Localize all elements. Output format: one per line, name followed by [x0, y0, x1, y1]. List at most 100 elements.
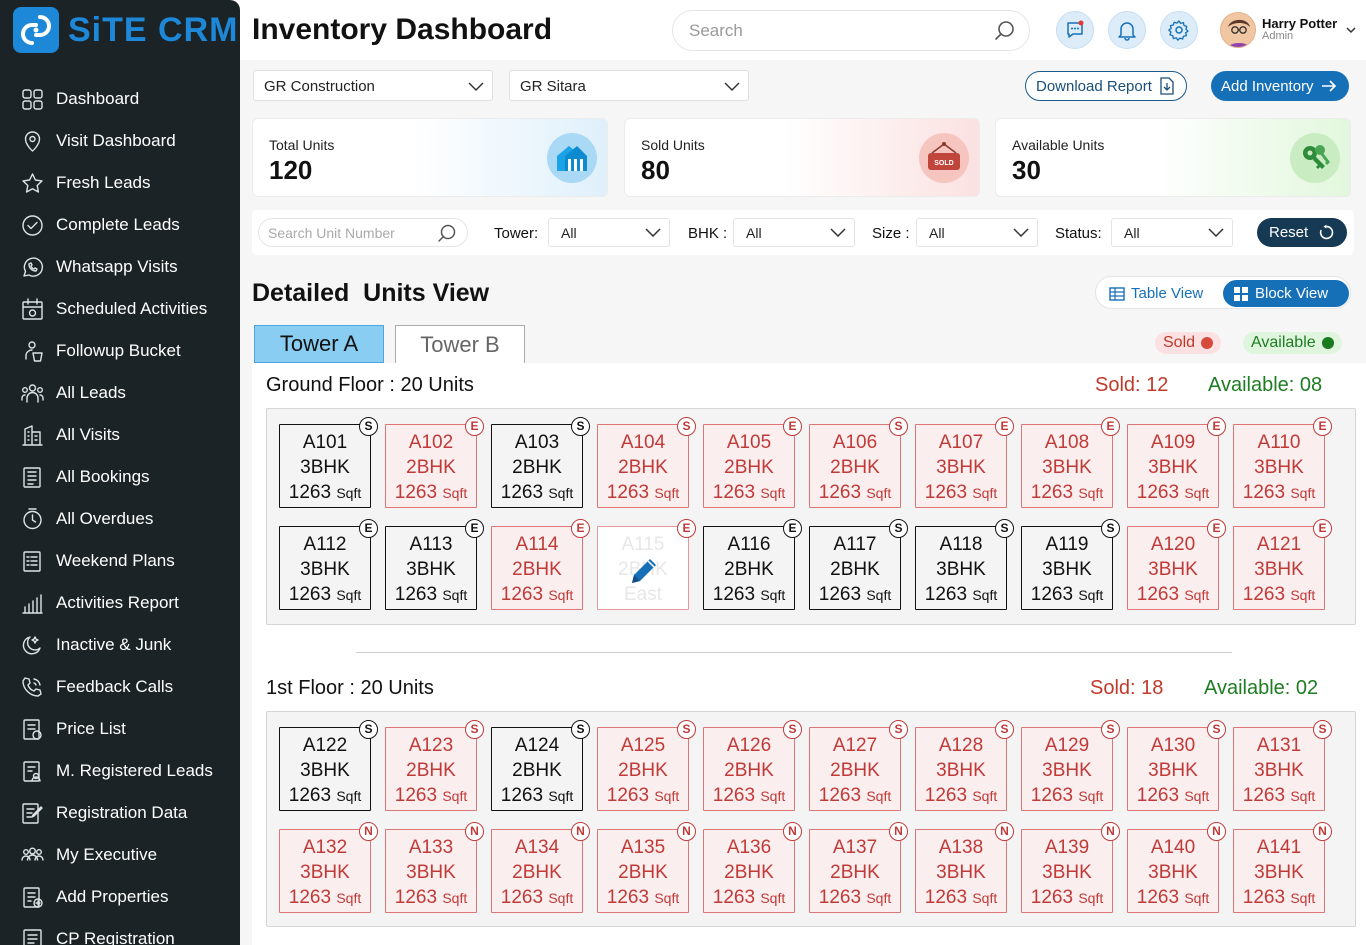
sidebar-item-registration-data[interactable]: Registration Data	[20, 792, 213, 834]
unit-card[interactable]: A108 3BHK 1263 Sqft E	[1021, 417, 1120, 508]
unit-card[interactable]: A131 3BHK 1263 Sqft S	[1233, 720, 1332, 811]
download-report-button[interactable]: Download Report	[1025, 71, 1187, 101]
project-select[interactable]: GR Sitara	[509, 70, 749, 101]
tab-tower-b-label: Tower B	[420, 331, 500, 357]
unit-card[interactable]: A133 3BHK 1263 Sqft N	[385, 822, 484, 913]
search-input[interactable]	[689, 19, 979, 43]
sidebar-item-followup-bucket[interactable]: Followup Bucket	[20, 330, 213, 372]
sidebar-item-all-leads[interactable]: All Leads	[20, 372, 213, 414]
search-icon[interactable]	[993, 19, 1017, 43]
bhk-filter-select[interactable]: All	[733, 218, 855, 247]
unit-number: A108	[1044, 432, 1090, 453]
unit-card[interactable]: A112 3BHK 1263 Sqft E	[279, 519, 378, 610]
sidebar-item-price-list[interactable]: Price List	[20, 708, 213, 750]
unit-card[interactable]: A123 2BHK 1263 Sqft S	[385, 720, 484, 811]
unit-card[interactable]: A128 3BHK 1263 Sqft S	[915, 720, 1014, 811]
unit-card[interactable]: A119 3BHK 1263 Sqft S	[1021, 519, 1120, 610]
sidebar-item-fresh-leads[interactable]: Fresh Leads	[20, 162, 213, 204]
search-icon[interactable]	[436, 223, 458, 245]
sidebar-item-visit-dashboard[interactable]: Visit Dashboard	[20, 120, 213, 162]
unit-card[interactable]: A120 3BHK 1263 Sqft E	[1127, 519, 1226, 610]
unit-card[interactable]: A140 3BHK 1263 Sqft N	[1127, 822, 1226, 913]
unit-card[interactable]: A126 2BHK 1263 Sqft S	[703, 720, 802, 811]
unit-card[interactable]: A104 2BHK 1263 Sqft S	[597, 417, 696, 508]
unit-card[interactable]: A139 3BHK 1263 Sqft N	[1021, 822, 1120, 913]
settings-button[interactable]	[1160, 11, 1198, 49]
unit-card[interactable]: A102 2BHK 1263 Sqft E	[385, 417, 484, 508]
sidebar-item-complete-leads[interactable]: Complete Leads	[20, 204, 213, 246]
sidebar-item-all-overdues[interactable]: All Overdues	[20, 498, 213, 540]
unit-card[interactable]: A1152BHKEast E	[597, 519, 696, 610]
unit-card[interactable]: A124 2BHK 1263 Sqft S	[491, 720, 590, 811]
add-inventory-button[interactable]: Add Inventory	[1211, 71, 1349, 101]
unit-size-unit: Sqft	[1290, 587, 1316, 603]
sidebar-item-cp-registration[interactable]: CP Registration	[20, 918, 213, 945]
tower-filter-value: All	[561, 225, 577, 241]
sidebar-item-dashboard[interactable]: Dashboard	[20, 78, 213, 120]
unit-card[interactable]: A137 2BHK 1263 Sqft N	[809, 822, 908, 913]
sidebar-item-all-visits[interactable]: All Visits	[20, 414, 213, 456]
unit-card[interactable]: A134 2BHK 1263 Sqft N	[491, 822, 590, 913]
sidebar-item-label: Add Properties	[56, 887, 169, 906]
company-select[interactable]: GR Construction	[253, 70, 493, 101]
sidebar-item-activities-report[interactable]: Activities Report	[20, 582, 213, 624]
unit-card[interactable]: A106 2BHK 1263 Sqft S	[809, 417, 908, 508]
unit-status-badge: N	[677, 822, 696, 841]
notifications-button[interactable]	[1108, 11, 1146, 49]
unit-card[interactable]: A135 2BHK 1263 Sqft N	[597, 822, 696, 913]
unit-card[interactable]: A122 3BHK 1263 Sqft S	[279, 720, 378, 811]
unit-card[interactable]: A110 3BHK 1263 Sqft E	[1233, 417, 1332, 508]
unit-card[interactable]: A125 2BHK 1263 Sqft S	[597, 720, 696, 811]
legend-sold: Sold	[1155, 332, 1222, 354]
unit-card[interactable]: A114 2BHK 1263 Sqft E	[491, 519, 590, 610]
chat-button[interactable]	[1056, 11, 1094, 49]
sidebar-item-whatsapp-visits[interactable]: Whatsapp Visits	[20, 246, 213, 288]
whatsapp-icon	[23, 256, 44, 277]
pencil-icon[interactable]	[626, 553, 662, 589]
unit-card[interactable]: A136 2BHK 1263 Sqft N	[703, 822, 802, 913]
reset-button[interactable]: Reset	[1257, 218, 1347, 247]
unit-card[interactable]: A132 3BHK 1263 Sqft N	[279, 822, 378, 913]
tab-tower-b[interactable]: Tower B	[395, 325, 525, 363]
sidebar-item-all-bookings[interactable]: All Bookings	[20, 456, 213, 498]
global-search[interactable]	[672, 10, 1030, 51]
unit-size: 1263	[924, 785, 968, 806]
unit-search[interactable]	[258, 218, 468, 247]
unit-card[interactable]: A129 3BHK 1263 Sqft S	[1021, 720, 1120, 811]
unit-card[interactable]: A141 3BHK 1263 Sqft N	[1233, 822, 1332, 913]
app-logo[interactable]: SiTE CRM	[13, 7, 238, 53]
status-filter-select[interactable]: All	[1111, 218, 1233, 247]
table-view-button[interactable]: Table View	[1099, 280, 1213, 307]
unit-card[interactable]: A118 3BHK 1263 Sqft S	[915, 519, 1014, 610]
sidebar-item-inactive-junk[interactable]: Inactive & Junk	[20, 624, 213, 666]
unit-search-input[interactable]	[268, 224, 433, 242]
tab-tower-a[interactable]: Tower A	[254, 325, 384, 363]
size-filter-select[interactable]: All	[916, 218, 1038, 247]
unit-bhk: 2BHK	[830, 862, 880, 883]
unit-card[interactable]: A103 2BHK 1263 Sqft S	[491, 417, 590, 508]
sidebar-item-add-properties[interactable]: Add Properties	[20, 876, 213, 918]
block-view-button[interactable]: Block View	[1223, 280, 1349, 307]
unit-card[interactable]: A117 2BHK 1263 Sqft S	[809, 519, 908, 610]
unit-card[interactable]: A105 2BHK 1263 Sqft E	[703, 417, 802, 508]
sidebar-item-feedback-calls[interactable]: Feedback Calls	[20, 666, 213, 708]
sidebar-item-scheduled-activities[interactable]: Scheduled Activities	[20, 288, 213, 330]
unit-card[interactable]: A116 2BHK 1263 Sqft E	[703, 519, 802, 610]
sidebar-item-weekend-plans[interactable]: Weekend Plans	[20, 540, 213, 582]
sidebar-item-label: M. Registered Leads	[56, 761, 213, 780]
unit-card[interactable]: A109 3BHK 1263 Sqft E	[1127, 417, 1226, 508]
unit-size: 1263	[1242, 785, 1286, 806]
unit-card[interactable]: A130 3BHK 1263 Sqft S	[1127, 720, 1226, 811]
unit-card[interactable]: A121 3BHK 1263 Sqft E	[1233, 519, 1332, 610]
sidebar-item-label: Weekend Plans	[56, 551, 175, 570]
user-menu[interactable]: Harry Potter Admin	[1220, 10, 1360, 50]
sidebar-item-my-executive[interactable]: My Executive	[20, 834, 213, 876]
unit-card[interactable]: A138 3BHK 1263 Sqft N	[915, 822, 1014, 913]
unit-status-badge: S	[677, 720, 696, 739]
tower-filter-select[interactable]: All	[548, 218, 670, 247]
unit-card[interactable]: A113 3BHK 1263 Sqft E	[385, 519, 484, 610]
unit-card[interactable]: A127 2BHK 1263 Sqft S	[809, 720, 908, 811]
unit-card[interactable]: A101 3BHK 1263 Sqft S	[279, 417, 378, 508]
unit-card[interactable]: A107 3BHK 1263 Sqft E	[915, 417, 1014, 508]
sidebar-item-m-registered-leads[interactable]: M. Registered Leads	[20, 750, 213, 792]
